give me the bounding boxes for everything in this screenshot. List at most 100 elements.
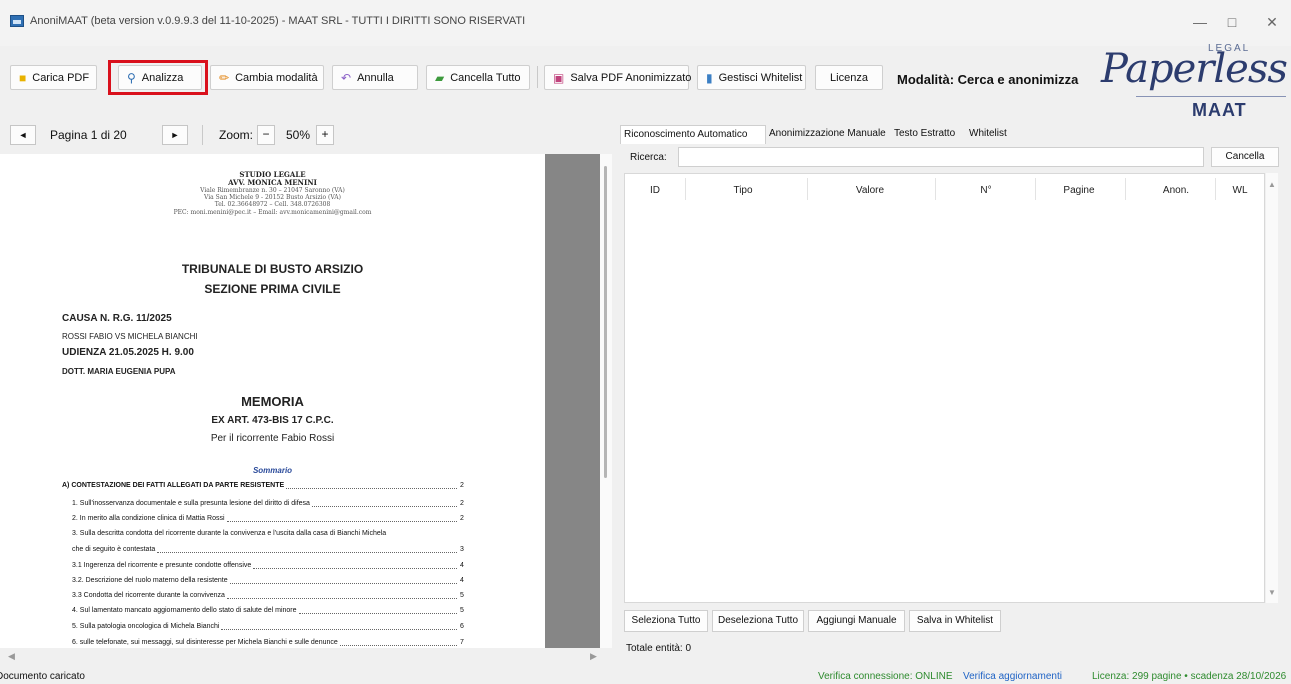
toc-entry-text: 3.2. Descrizione del ruolo materno della… — [72, 577, 228, 584]
toc-entry-text: 3. Sulla descritta condotta del ricorren… — [72, 530, 387, 537]
scroll-left-arrow[interactable]: ◀ — [8, 651, 15, 662]
toc-entry: 5. Sulla patologia oncologica di Michela… — [72, 623, 219, 630]
cancella-search-button[interactable]: Cancella — [1211, 147, 1279, 167]
tab-riconoscimento[interactable]: Riconoscimento Automatico — [620, 125, 766, 144]
toc-entry: 1. Sull'inosservanza documentale e sulla… — [72, 500, 310, 507]
doc-parti: ROSSI FABIO VS MICHELA BIANCHI — [62, 332, 198, 341]
toc-entry: 3. Sulla descritta condotta del ricorren… — [72, 530, 386, 537]
minimize-button[interactable]: — — [1185, 12, 1215, 32]
toc-entry-page: 3 — [460, 546, 464, 553]
licenza-button[interactable]: Licenza — [815, 65, 883, 90]
toc-entry: 3.1 Ingerenza del ricorrente e presunte … — [72, 562, 251, 569]
toc-entry-page: 2 — [460, 482, 464, 489]
doc-causa: CAUSA N. R.G. 11/2025 — [62, 313, 172, 324]
toc-dot-leader — [286, 488, 457, 489]
column-header[interactable]: N° — [946, 185, 1026, 196]
doc-sommario: Sommario — [252, 466, 293, 475]
trash-icon: ▰ — [435, 70, 445, 85]
cambia-modalita-label: Cambia modalità — [235, 71, 318, 84]
doc-dott: DOTT. MARIA EUGENIA PUPA — [62, 367, 176, 376]
window-title: AnoniMAAT (beta version v.0.9.9.3 del 11… — [30, 15, 526, 27]
seleziona-tutto-button[interactable]: Seleziona Tutto — [624, 610, 708, 632]
doc-tribunale: TRIBUNALE DI BUSTO ARSIZIO — [181, 262, 364, 276]
column-header[interactable]: Valore — [830, 185, 910, 196]
toc-entry-page: 6 — [460, 623, 464, 630]
toc-dot-leader — [312, 506, 457, 507]
salva-pdf-button[interactable]: ▣ Salva PDF Anonimizzato — [544, 65, 691, 90]
pdf-scroll-thumb[interactable] — [604, 166, 607, 478]
toc-dot-leader — [340, 645, 457, 646]
column-header[interactable]: ID — [615, 185, 695, 196]
license-status: Licenza: 299 pagine • scadenza 28/10/202… — [1092, 671, 1287, 682]
logo-main-text: Paperless — [1101, 46, 1288, 92]
folder-icon: ■ — [19, 70, 27, 85]
entities-table[interactable]: ID Tipo Valore N° Pagine Anon. WL — [624, 173, 1265, 603]
deseleziona-tutto-button[interactable]: Deseleziona Tutto — [712, 610, 804, 632]
column-divider — [1125, 178, 1126, 200]
toc-entry-text: 6. sulle telefonate, sui messaggi, sul d… — [72, 639, 338, 646]
doc-pec: PEC: moni.menini@pec.it – Email: avv.mon… — [173, 209, 372, 216]
doc-memoria: MEMORIA — [241, 394, 304, 409]
paperless-logo: LEGAL Paperless MAAT — [1096, 36, 1288, 124]
app-icon — [10, 15, 24, 27]
undo-icon: ↶ — [341, 70, 352, 85]
search-input[interactable] — [678, 147, 1204, 167]
notebook-icon: ▮ — [706, 70, 713, 85]
column-divider — [1035, 178, 1036, 200]
cambia-modalita-button[interactable]: ✏ Cambia modalità — [210, 65, 324, 90]
annulla-button[interactable]: ↶ Annulla — [332, 65, 418, 90]
tab-anonimizzazione[interactable]: Anonimizzazione Manuale — [766, 125, 889, 144]
toc-dot-leader — [253, 568, 457, 569]
column-header[interactable]: Pagine — [1039, 185, 1119, 196]
toc-entry-text: 3.1 Ingerenza del ricorrente e presunte … — [72, 562, 252, 569]
toc-entry: 3.2. Descrizione del ruolo materno della… — [72, 577, 228, 584]
totale-entita: Totale entità: 0 — [626, 643, 692, 654]
toc-entry: 2. In merito alla condizione clinica di … — [72, 515, 225, 522]
status-message: Documento caricato — [0, 671, 85, 682]
scroll-up-arrow[interactable]: ▲ — [1268, 180, 1276, 189]
toc-dot-leader — [299, 613, 457, 614]
close-button[interactable]: ✕ — [1257, 12, 1287, 32]
highlight-box — [108, 60, 208, 95]
toc-entry-text: 2. In merito alla condizione clinica di … — [72, 515, 225, 522]
check-updates-link[interactable]: Verifica aggiornamenti — [963, 671, 1062, 682]
salva-whitelist-button[interactable]: Salva in Whitelist — [909, 610, 1001, 632]
scroll-down-arrow[interactable]: ▼ — [1268, 588, 1276, 597]
tab-whitelist[interactable]: Whitelist — [966, 125, 1010, 144]
page-label: Pagina 1 di 20 — [50, 128, 127, 142]
pencil-icon: ✏ — [219, 70, 230, 85]
logo-underline — [1136, 96, 1286, 97]
mode-label: Modalità: Cerca e anonimizza — [897, 72, 1079, 87]
carica-pdf-button[interactable]: ■ Carica PDF — [10, 65, 97, 90]
zoom-out-button[interactable]: − — [257, 125, 275, 145]
scroll-right-arrow[interactable]: ▶ — [590, 651, 597, 662]
toc-entry-page: 2 — [460, 500, 464, 507]
save-icon: ▣ — [553, 70, 565, 85]
next-page-button[interactable]: ► — [162, 125, 188, 145]
table-vertical-scrollbar[interactable] — [1266, 173, 1278, 603]
logo-maat-text: MAAT — [1192, 100, 1247, 120]
doc-tel: Tel. 02.36648972 – Cell. 348.0726308 — [214, 201, 331, 208]
zoom-value: 50% — [286, 128, 311, 142]
pdf-horizontal-scrollbar[interactable] — [0, 648, 606, 664]
pdf-page-gutter — [545, 154, 600, 648]
toc-entry-page: 5 — [460, 607, 464, 614]
column-divider — [685, 178, 686, 200]
tab-testo-estratto[interactable]: Testo Estratto — [891, 125, 958, 144]
toc-dot-leader — [227, 521, 457, 522]
toc-dot-leader — [157, 552, 457, 553]
aggiungi-manuale-button[interactable]: Aggiungi Manuale — [808, 610, 905, 632]
toc-entry-page: 5 — [460, 592, 464, 599]
toc-entry-text: 4. Sul lamentato mancato aggiornamento d… — [72, 607, 297, 614]
prev-page-button[interactable]: ◄ — [10, 125, 36, 145]
column-divider — [1215, 178, 1216, 200]
maximize-button[interactable]: □ — [1217, 12, 1247, 32]
zoom-in-button[interactable]: + — [316, 125, 334, 145]
cancella-tutto-button[interactable]: ▰ Cancella Tutto — [426, 65, 530, 90]
column-header[interactable]: Tipo — [703, 185, 783, 196]
gestisci-whitelist-button[interactable]: ▮ Gestisci Whitelist — [697, 65, 806, 90]
gestisci-whitelist-label: Gestisci Whitelist — [718, 71, 803, 84]
toc-entry: 3.3 Condotta del ricorrente durante la c… — [72, 592, 225, 599]
pdf-page: STUDIO LEGALE AVV. MONICA MENINI Viale R… — [0, 154, 545, 648]
nav-separator — [202, 125, 203, 145]
